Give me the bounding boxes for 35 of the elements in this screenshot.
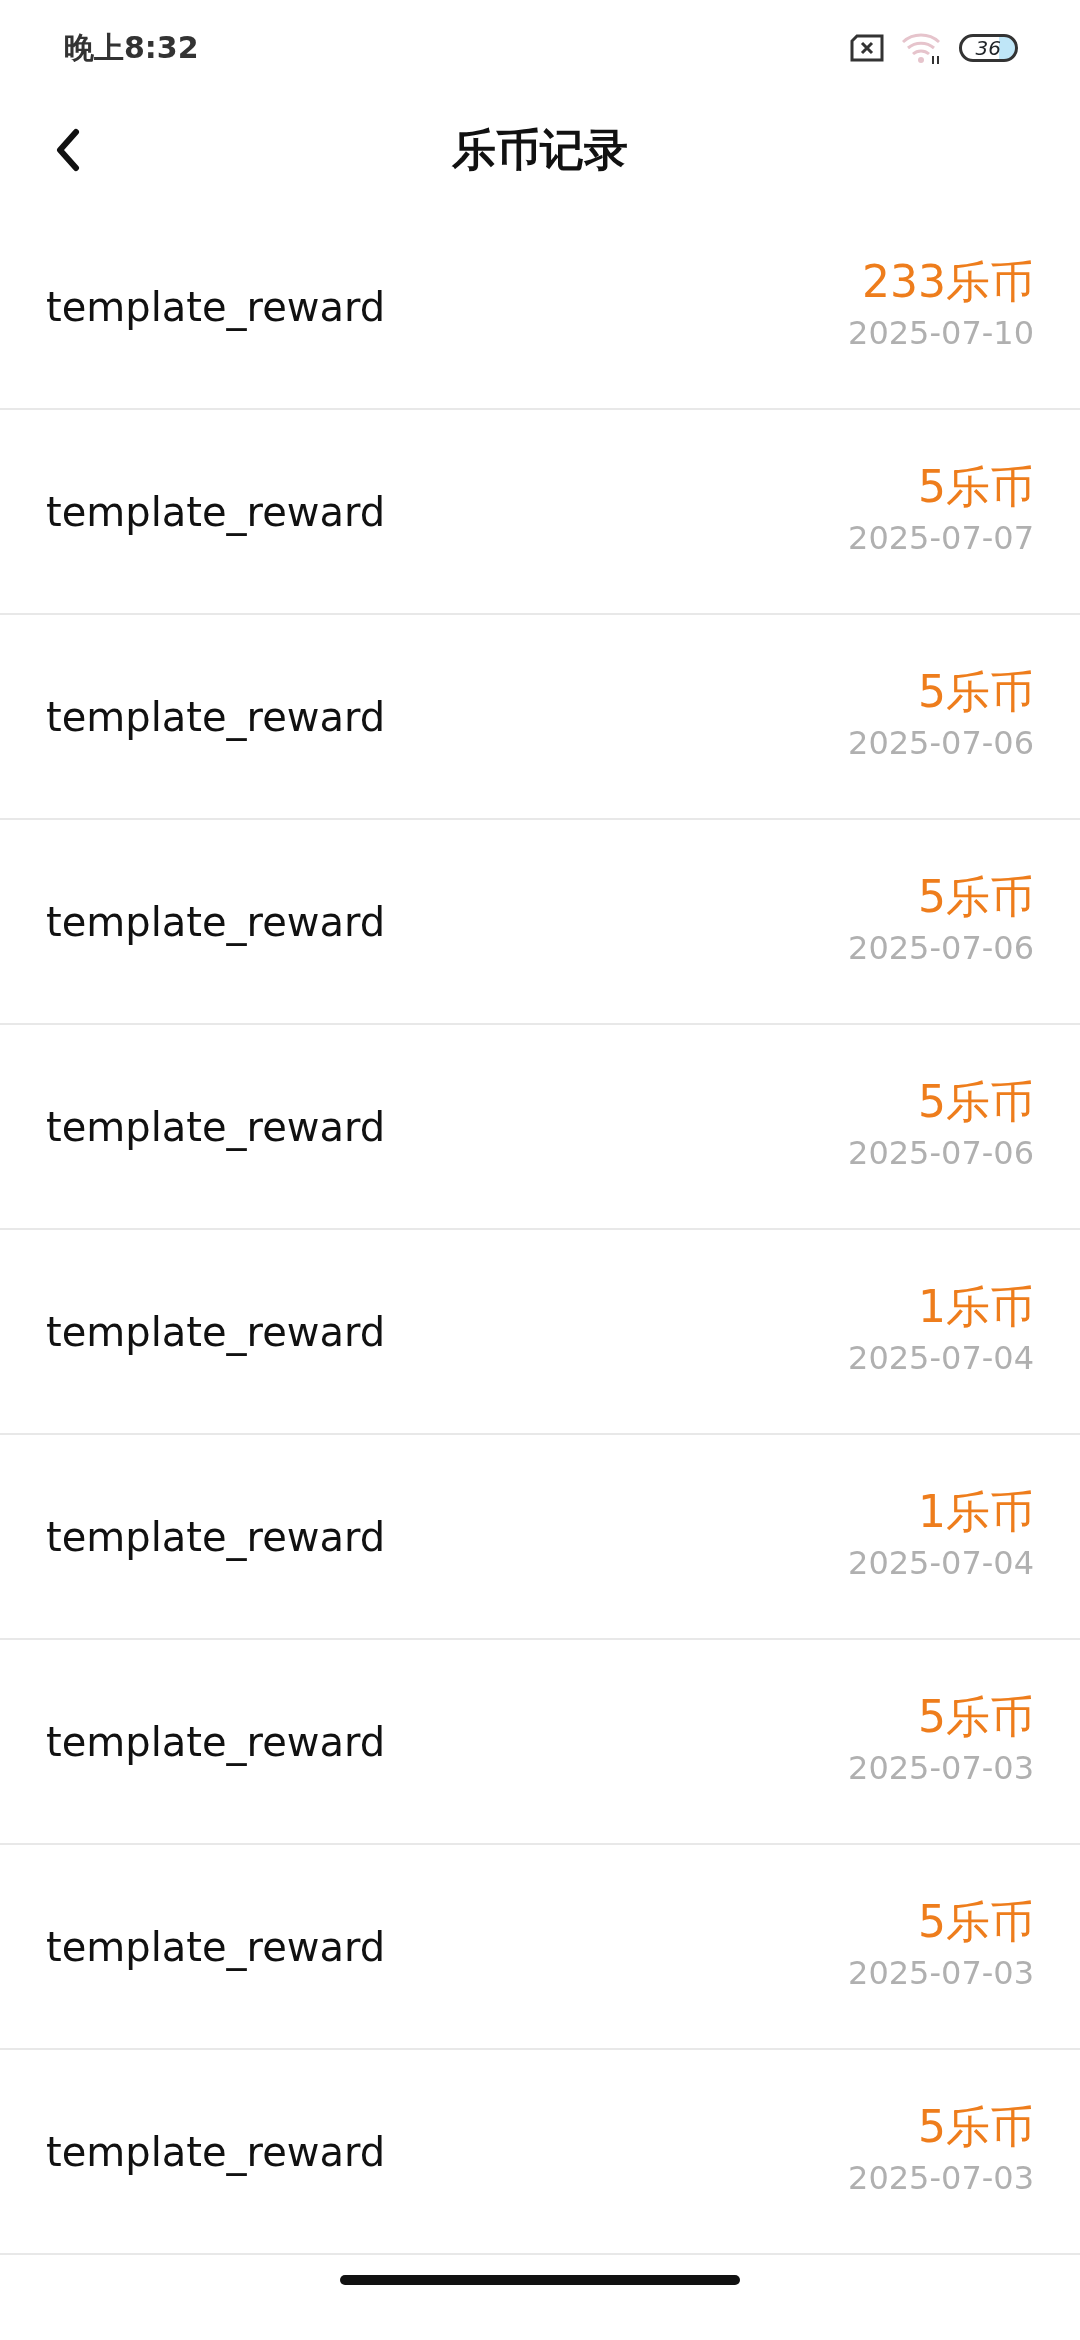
record-name: template_reward [46, 897, 386, 948]
record-date: 2025-07-03 [848, 1952, 1034, 1994]
coin-amount: 5乐币 [918, 461, 1034, 514]
record-name: template_reward [46, 1307, 386, 1358]
coin-amount: 5乐币 [918, 2101, 1034, 2154]
page-title: 乐币记录 [452, 123, 628, 177]
record-name: template_reward [46, 2127, 386, 2178]
record-name: template_reward [46, 1102, 386, 1153]
record-date: 2025-07-06 [848, 722, 1034, 764]
record-date: 2025-07-04 [848, 1542, 1034, 1584]
record-name: template_reward [46, 1717, 386, 1768]
coin-amount: 5乐币 [918, 1896, 1034, 1949]
coin-amount: 1乐币 [918, 1486, 1034, 1539]
record-name: template_reward [46, 282, 386, 333]
coin-amount: 5乐币 [918, 666, 1034, 719]
record-date: 2025-07-06 [848, 1132, 1034, 1174]
status-time: 晚上8:32 [64, 29, 199, 67]
record-date: 2025-07-04 [848, 1337, 1034, 1379]
coin-amount: 233乐币 [862, 256, 1034, 309]
battery-indicator: 36 [958, 33, 1018, 62]
record-date: 2025-07-10 [848, 312, 1034, 354]
back-icon [54, 128, 82, 172]
record-date: 2025-07-07 [848, 517, 1034, 559]
coin-amount: 5乐币 [918, 871, 1034, 924]
coin-amount: 5乐币 [918, 1076, 1034, 1129]
record-name: template_reward [46, 692, 386, 743]
record-name: template_reward [46, 1512, 386, 1563]
record-name: template_reward [46, 487, 386, 538]
record-date: 2025-07-03 [848, 1747, 1034, 1789]
record-name: template_reward [46, 1922, 386, 1973]
sim-icon [848, 33, 885, 62]
record-date: 2025-07-03 [848, 2157, 1034, 2199]
coin-amount: 1乐币 [918, 1281, 1034, 1334]
coin-amount: 5乐币 [918, 1691, 1034, 1744]
record-date: 2025-07-06 [848, 927, 1034, 969]
